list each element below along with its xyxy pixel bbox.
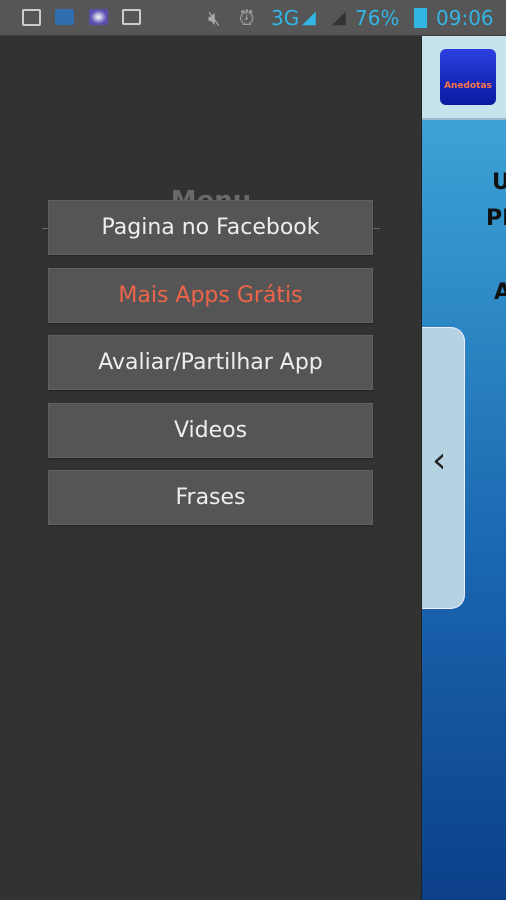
app-logo[interactable]: Anedotas xyxy=(440,49,496,105)
chat-icon xyxy=(55,9,74,25)
drawer-toggle-handle[interactable]: ‹ xyxy=(422,327,465,609)
videos-button[interactable]: Videos xyxy=(48,403,373,458)
mute-icon: 🔇︎ xyxy=(208,5,221,30)
chevron-left-icon: ‹ xyxy=(432,440,447,481)
network-type: 3G xyxy=(271,5,300,30)
logo-text: Anedotas xyxy=(444,81,492,91)
content-text-fragment: U xyxy=(492,170,506,195)
rate-share-app-button[interactable]: Avaliar/Partilhar App xyxy=(48,335,373,390)
signal-icon: ◢ xyxy=(302,7,316,28)
facebook-page-button[interactable]: Pagina no Facebook xyxy=(48,200,373,255)
signal-sim2-icon: ◢ xyxy=(332,7,346,28)
more-free-apps-button[interactable]: Mais Apps Grátis xyxy=(48,268,373,323)
phrases-button[interactable]: Frases xyxy=(48,470,373,525)
content-text-fragment: A xyxy=(494,280,506,305)
navigation-drawer: Menu Pagina no Facebook Mais Apps Grátis… xyxy=(0,36,421,900)
mail-icon xyxy=(122,9,141,25)
photo-icon xyxy=(89,9,108,25)
status-bar: 🔇︎ ⏰︎ 3G ◢ ◢ 76% 09:06 xyxy=(0,0,506,36)
alarm-icon: ⏰︎ xyxy=(239,5,255,30)
content-text-fragment: PR xyxy=(486,206,506,231)
clock: 09:06 xyxy=(436,5,494,30)
gallery-icon xyxy=(22,9,41,26)
main-content: Anedotas U PR A ‹ xyxy=(421,36,506,900)
app-header: Anedotas xyxy=(422,36,506,120)
battery-percent: 76% xyxy=(355,5,400,30)
battery-icon xyxy=(414,8,427,28)
